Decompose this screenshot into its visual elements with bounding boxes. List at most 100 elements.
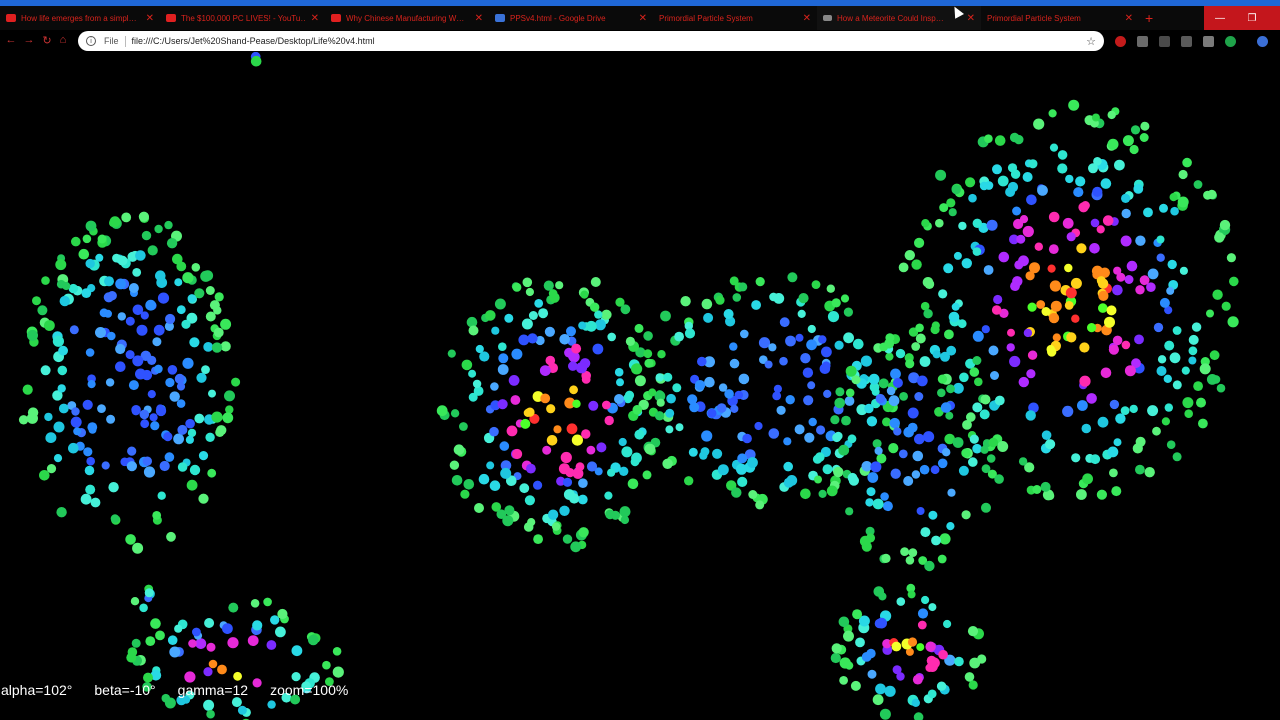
particle bbox=[919, 464, 930, 475]
maximize-button[interactable]: ❐ bbox=[1236, 6, 1268, 30]
reload-icon[interactable]: ↻ bbox=[40, 32, 54, 48]
extension-icon[interactable] bbox=[1203, 36, 1214, 47]
minimize-button[interactable]: — bbox=[1204, 6, 1236, 30]
tab-chinese-manufacturing[interactable]: Why Chinese Manufacturing W… ✕ bbox=[325, 6, 489, 30]
particle bbox=[86, 456, 95, 466]
particle bbox=[882, 501, 893, 512]
extension-icon[interactable] bbox=[1137, 36, 1148, 47]
back-icon[interactable]: ← bbox=[4, 32, 18, 48]
tab-primordial-2[interactable]: Primordial Particle System ✕ bbox=[981, 6, 1139, 30]
particle-field bbox=[18, 52, 1239, 720]
particle bbox=[277, 608, 288, 620]
close-icon[interactable]: ✕ bbox=[1125, 13, 1133, 24]
particle bbox=[1188, 356, 1197, 365]
simulation-canvas[interactable]: alpha=102° beta=-10° gamma=12 zoom=100% bbox=[0, 52, 1280, 720]
particle bbox=[115, 343, 126, 355]
particle bbox=[847, 434, 857, 444]
bookmark-star-icon[interactable]: ☆ bbox=[1086, 35, 1096, 48]
particle bbox=[1070, 277, 1082, 289]
particle bbox=[694, 380, 706, 391]
extension-icon[interactable] bbox=[1159, 36, 1170, 47]
particle bbox=[57, 384, 66, 393]
particle bbox=[986, 454, 996, 463]
close-window-button[interactable] bbox=[1268, 6, 1280, 30]
particle bbox=[953, 251, 962, 260]
particle bbox=[931, 321, 940, 330]
particle bbox=[1081, 423, 1092, 434]
particle bbox=[1156, 366, 1167, 376]
particle bbox=[169, 391, 180, 402]
particle bbox=[1076, 489, 1087, 500]
close-icon[interactable]: ✕ bbox=[967, 13, 975, 24]
new-tab-button[interactable]: + bbox=[1145, 10, 1153, 26]
particle bbox=[1159, 203, 1168, 213]
particle bbox=[547, 509, 559, 520]
extension-green-icon[interactable] bbox=[1225, 36, 1236, 47]
url-text[interactable]: file:///C:/Users/Jet%20Shand-Pease/Deskt… bbox=[132, 36, 1087, 46]
particle bbox=[1057, 150, 1068, 160]
particle bbox=[662, 458, 673, 469]
address-bar[interactable]: i File file:///C:/Users/Jet%20Shand-Peas… bbox=[78, 31, 1104, 51]
particle bbox=[1121, 193, 1131, 203]
particle bbox=[940, 402, 952, 413]
close-icon[interactable]: ✕ bbox=[311, 13, 319, 24]
particle bbox=[865, 498, 874, 507]
particle bbox=[459, 422, 468, 431]
particle bbox=[779, 356, 788, 366]
particle bbox=[1209, 350, 1220, 361]
particle bbox=[167, 365, 178, 375]
particle bbox=[1012, 206, 1022, 216]
tab-google-drive[interactable]: PPSv4.html - Google Drive ✕ bbox=[489, 6, 653, 30]
close-icon[interactable]: ✕ bbox=[146, 13, 154, 24]
particle bbox=[97, 404, 106, 413]
particle bbox=[905, 359, 915, 369]
particle bbox=[497, 364, 509, 375]
tab-primordial-1[interactable]: Primordial Particle System ✕ bbox=[653, 6, 817, 30]
particle bbox=[899, 392, 908, 401]
particle bbox=[923, 309, 933, 319]
close-icon[interactable]: ✕ bbox=[475, 13, 483, 24]
particle bbox=[921, 595, 930, 605]
particle bbox=[969, 367, 980, 377]
particle bbox=[1071, 314, 1080, 323]
particle bbox=[166, 531, 176, 542]
close-icon[interactable]: ✕ bbox=[639, 13, 647, 24]
tab-life-emerges[interactable]: How life emerges from a simpl… ✕ bbox=[0, 6, 160, 30]
particle bbox=[132, 268, 142, 277]
particle bbox=[914, 433, 925, 445]
particle bbox=[167, 635, 178, 645]
particle bbox=[1037, 185, 1048, 196]
tab-100k-pc[interactable]: The $100,000 PC LIVES! - YouTu… ✕ bbox=[160, 6, 325, 30]
forward-icon[interactable]: → bbox=[22, 32, 36, 48]
particle bbox=[1140, 121, 1150, 131]
particle bbox=[827, 311, 840, 323]
particle bbox=[663, 372, 673, 382]
particle bbox=[174, 373, 185, 384]
particle bbox=[1086, 393, 1097, 404]
particle bbox=[117, 312, 127, 321]
particle bbox=[879, 342, 889, 352]
particle bbox=[1178, 169, 1188, 180]
particle bbox=[553, 425, 562, 434]
particle bbox=[737, 476, 748, 487]
particle bbox=[523, 522, 534, 532]
extension-icon[interactable] bbox=[1181, 36, 1192, 47]
particle bbox=[930, 465, 940, 475]
particle bbox=[958, 221, 967, 231]
browser-toolbar: ← → ↻ ⌂ i File file:///C:/Users/Jet%20Sh… bbox=[0, 30, 1280, 52]
particle bbox=[596, 442, 607, 453]
particle bbox=[643, 349, 653, 359]
particle bbox=[502, 515, 514, 527]
home-icon[interactable]: ⌂ bbox=[56, 32, 70, 48]
particle bbox=[834, 340, 844, 350]
profile-avatar-icon[interactable] bbox=[1257, 36, 1268, 47]
particle bbox=[607, 468, 616, 477]
particle bbox=[602, 400, 611, 410]
particle bbox=[957, 319, 967, 329]
info-icon[interactable]: i bbox=[86, 36, 96, 46]
close-icon[interactable]: ✕ bbox=[803, 13, 811, 24]
particle bbox=[983, 265, 994, 275]
particle bbox=[1049, 280, 1061, 292]
extension-ublock-icon[interactable] bbox=[1115, 36, 1126, 47]
particle bbox=[1049, 143, 1059, 152]
